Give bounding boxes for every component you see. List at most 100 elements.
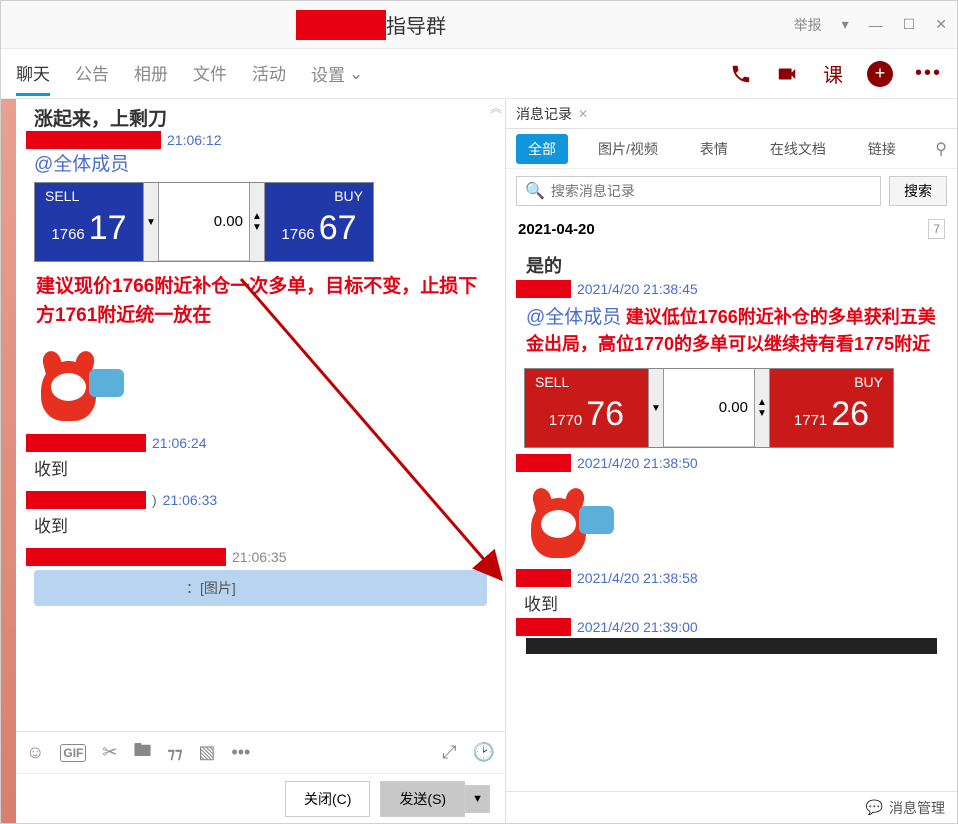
amount-value[interactable]: 0.00 — [159, 183, 249, 261]
history-scroll[interactable]: 是的 2021/4/20 21:38:45 @全体成员 建议低位1766附近补仓… — [506, 245, 957, 791]
tab-activity[interactable]: 活动 — [252, 52, 286, 96]
name-redacted — [26, 131, 161, 149]
send-button[interactable]: 发送(S) — [380, 781, 465, 817]
amount-value[interactable]: 0.00 — [664, 369, 754, 447]
close-button[interactable]: ✕ — [935, 16, 947, 33]
trade-stepper[interactable]: ▲▼ — [754, 369, 770, 447]
send-row: 关闭(C) 发送(S) ▼ — [16, 773, 505, 823]
window-title: 指导群 — [386, 10, 446, 39]
report-link[interactable]: 举报 — [794, 15, 822, 35]
more-input-icon[interactable]: ••• — [231, 742, 250, 763]
history-tab[interactable]: 消息记录 ✕ — [516, 104, 588, 124]
trade-dropdown[interactable]: ▼ — [143, 183, 159, 261]
filter-emoji[interactable]: 表情 — [688, 134, 740, 164]
tab-album[interactable]: 相册 — [134, 52, 168, 96]
close-button[interactable]: 关闭(C) — [285, 781, 370, 817]
image-placeholder[interactable]: xxxxxxxxxxxxxxxxxxxx：[图片] — [34, 570, 487, 606]
call-icon[interactable] — [729, 62, 753, 86]
image-icon[interactable]: ▧ — [198, 742, 215, 763]
timestamp: 21:06:24 — [152, 435, 207, 451]
buy-big: 67 — [319, 209, 357, 248]
fox-sticker — [36, 341, 126, 426]
cut-icon[interactable]: ✂ — [102, 742, 117, 763]
filter-media[interactable]: 图片/视频 — [586, 134, 670, 164]
buy-big: 26 — [831, 395, 869, 434]
filter-settings-icon[interactable]: ⚲ — [935, 139, 947, 159]
filter-docs[interactable]: 在线文档 — [758, 134, 838, 164]
input-toolbar: ☺ GIF ✂ 🖿 ⁊⁊ ▧ ••• ⤢ 🕑 — [16, 731, 505, 773]
chevron-down-icon: ⌄ — [349, 64, 363, 84]
toolbar-right: 课 + ••• — [729, 61, 942, 87]
msg-text: 是的 — [516, 250, 947, 280]
buy-side[interactable]: BUY 176667 — [265, 183, 373, 261]
course-icon[interactable]: 课 — [821, 62, 845, 86]
search-box: 🔍 — [516, 176, 881, 206]
date-label: 2021-04-20 — [518, 221, 595, 238]
dropdown-icon[interactable]: ▾ — [842, 16, 849, 33]
name-redacted — [516, 280, 571, 298]
main-tabs: 聊天 公告 相册 文件 活动 — [16, 52, 286, 96]
search-input[interactable] — [551, 183, 872, 199]
buy-side[interactable]: BUY 177126 — [770, 369, 893, 447]
msg-header: 涨起来，上剩刀 — [26, 104, 495, 131]
msg-text: 收到 — [26, 452, 495, 483]
search-button[interactable]: 搜索 — [889, 176, 947, 206]
sell-side[interactable]: SELL 176617 — [35, 183, 143, 261]
trade-dropdown[interactable]: ▼ — [648, 369, 664, 447]
close-history-icon[interactable]: ✕ — [578, 107, 588, 121]
scroll-up-icon[interactable]: ︽ — [490, 99, 502, 116]
timestamp: 2021/4/20 21:39:00 — [577, 619, 698, 635]
tab-chat[interactable]: 聊天 — [16, 52, 50, 96]
timestamp: 21:06:12 — [167, 132, 222, 148]
mention-all[interactable]: @全体成员 — [26, 149, 495, 176]
emoji-icon[interactable]: ☺ — [26, 742, 44, 763]
history-tab-label: 消息记录 — [516, 104, 572, 124]
mention-all[interactable]: @全体成员 — [526, 307, 621, 328]
code-icon[interactable]: ⁊⁊ — [167, 744, 182, 762]
add-button[interactable]: + — [867, 61, 893, 87]
name-paren: ) — [152, 492, 157, 508]
history-header: 消息记录 ✕ — [506, 99, 957, 129]
timestamp: 2021/4/20 21:38:50 — [577, 455, 698, 471]
manage-link[interactable]: 消息管理 — [889, 798, 945, 818]
content-area: ︽ 涨起来，上剩刀 21:06:12 @全体成员 SELL 176617 ▼ — [1, 99, 957, 823]
calendar-icon[interactable]: 7 — [928, 219, 945, 239]
main-toolbar: 聊天 公告 相册 文件 活动 设置 ⌄ 课 + ••• — [1, 49, 957, 99]
settings-dropdown[interactable]: 设置 ⌄ — [311, 61, 363, 86]
more-icon[interactable]: ••• — [915, 62, 942, 85]
maximize-button[interactable]: ☐ — [903, 16, 916, 33]
gif-icon[interactable]: GIF — [60, 744, 86, 762]
history-footer: 💬 消息管理 — [506, 791, 957, 823]
trade-widget-blue: SELL 176617 ▼ 0.00 ▲▼ BUY 176667 — [34, 182, 374, 262]
buy-label: BUY — [854, 374, 883, 390]
filter-all[interactable]: 全部 — [516, 134, 568, 164]
trade-widget-red: SELL 177076 ▼ 0.00 ▲▼ BUY 177126 — [524, 368, 894, 448]
title-bar: 指导群 举报 ▾ — ☐ ✕ — [1, 1, 957, 49]
tab-announce[interactable]: 公告 — [75, 52, 109, 96]
send-dropdown[interactable]: ▼ — [465, 785, 490, 813]
trade-stepper[interactable]: ▲▼ — [249, 183, 265, 261]
msg-text: 收到 — [26, 509, 495, 540]
search-row: 🔍 搜索 — [506, 169, 957, 213]
history-icon[interactable]: 🕑 — [473, 742, 495, 763]
chat-pane: ︽ 涨起来，上剩刀 21:06:12 @全体成员 SELL 176617 ▼ — [16, 99, 506, 823]
minimize-button[interactable]: — — [869, 17, 883, 33]
timestamp: 21:06:33 — [163, 492, 218, 508]
dark-strip — [526, 638, 937, 654]
name-redacted — [516, 618, 571, 636]
folder-icon[interactable]: 🖿 — [133, 738, 151, 768]
sell-side[interactable]: SELL 177076 — [525, 369, 648, 447]
name-redacted — [26, 434, 146, 452]
buy-prefix: 1766 — [281, 226, 314, 243]
sell-big: 76 — [586, 395, 624, 434]
buy-prefix: 1771 — [794, 412, 827, 429]
tab-files[interactable]: 文件 — [193, 52, 227, 96]
filter-links[interactable]: 链接 — [856, 134, 908, 164]
timestamp: 2021/4/20 21:38:58 — [577, 570, 698, 586]
filter-row: 全部 图片/视频 表情 在线文档 链接 ⚲ — [506, 129, 957, 169]
name-redacted — [516, 569, 571, 587]
video-icon[interactable] — [775, 62, 799, 86]
expand-icon[interactable]: ⤢ — [442, 742, 456, 763]
chat-scroll[interactable]: ︽ 涨起来，上剩刀 21:06:12 @全体成员 SELL 176617 ▼ — [16, 99, 505, 731]
timestamp: 2021/4/20 21:38:45 — [577, 281, 698, 297]
